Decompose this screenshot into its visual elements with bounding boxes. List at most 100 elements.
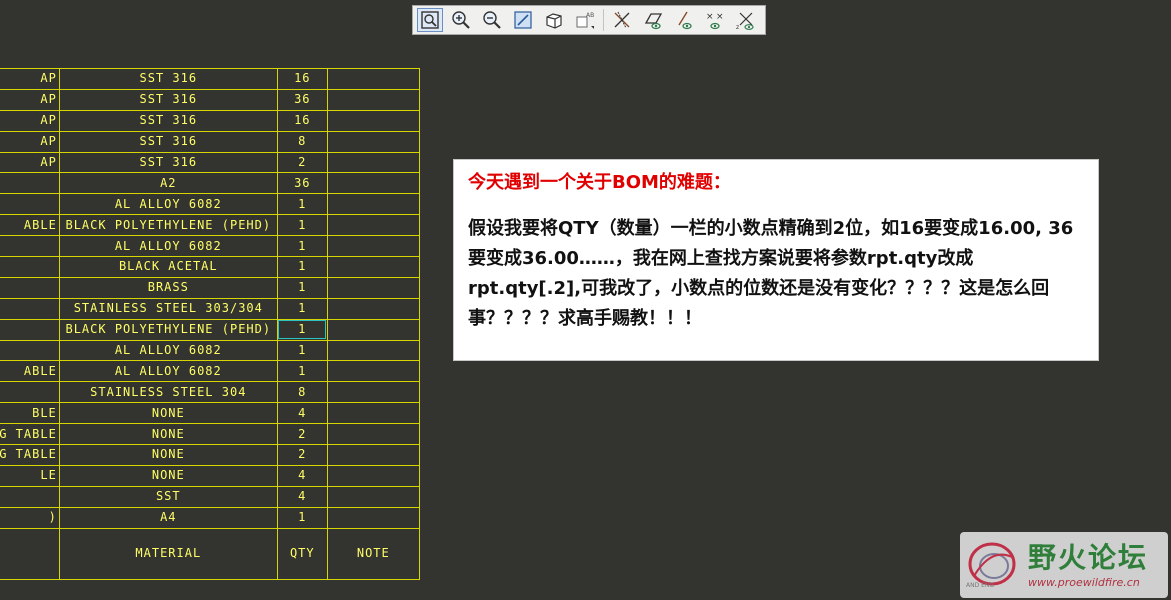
desc-cell[interactable]	[0, 297, 60, 320]
note-cell[interactable]	[326, 151, 420, 174]
qty-cell[interactable]: 1	[276, 318, 328, 341]
material-cell[interactable]: SST 316	[58, 88, 278, 111]
qty-cell[interactable]: 4	[276, 464, 328, 487]
datum-plane-button[interactable]	[640, 8, 666, 32]
note-cell[interactable]	[326, 360, 420, 383]
qty-cell[interactable]: 1	[276, 256, 328, 278]
qty-cell[interactable]: 2	[276, 444, 328, 466]
material-cell[interactable]: SST 316	[58, 130, 278, 153]
header-desc-cell[interactable]	[0, 527, 60, 580]
note-cell[interactable]	[326, 506, 420, 529]
qty-cell[interactable]: 1	[276, 235, 328, 258]
qty-cell[interactable]: 36	[276, 88, 328, 111]
note-cell[interactable]	[326, 402, 420, 425]
material-cell[interactable]: SST	[58, 485, 278, 508]
note-cell[interactable]	[326, 214, 420, 237]
material-cell[interactable]: BRASS	[58, 276, 278, 299]
qty-cell[interactable]: 16	[276, 109, 328, 132]
note-cell[interactable]	[326, 318, 420, 341]
desc-cell[interactable]: AP	[0, 109, 60, 132]
note-cell[interactable]	[326, 235, 420, 258]
qty-cell[interactable]: 8	[276, 130, 328, 153]
qty-cell[interactable]: 1	[276, 339, 328, 362]
desc-cell[interactable]: AP	[0, 130, 60, 153]
note-cell[interactable]	[326, 485, 420, 508]
repaint-button[interactable]	[510, 8, 536, 32]
note-cell[interactable]	[326, 68, 420, 90]
material-cell[interactable]: STAINLESS STEEL 304	[58, 381, 278, 404]
material-cell[interactable]: SST 316	[58, 68, 278, 90]
csys-display-button[interactable]: z	[733, 8, 759, 32]
zoom-fit-button[interactable]	[417, 8, 443, 32]
desc-cell[interactable]: NG TABLE	[0, 423, 60, 446]
desc-cell[interactable]	[0, 485, 60, 508]
material-cell[interactable]: NONE	[58, 402, 278, 425]
qty-cell[interactable]: 1	[276, 506, 328, 529]
datum-axis-display-button[interactable]	[671, 8, 697, 32]
point-display-button[interactable]: × ×	[702, 8, 728, 32]
desc-cell[interactable]	[0, 276, 60, 299]
desc-cell[interactable]	[0, 381, 60, 404]
qty-cell[interactable]: 2	[276, 151, 328, 174]
qty-cell[interactable]: 16	[276, 68, 328, 90]
desc-cell[interactable]: LE	[0, 464, 60, 487]
material-cell[interactable]: NONE	[58, 444, 278, 466]
note-cell[interactable]	[326, 444, 420, 466]
desc-cell[interactable]: BLE	[0, 402, 60, 425]
note-cell[interactable]	[326, 172, 420, 195]
desc-cell[interactable]	[0, 318, 60, 341]
desc-cell[interactable]	[0, 172, 60, 195]
zoom-in-button[interactable]	[448, 8, 474, 32]
desc-cell[interactable]: ABLE	[0, 214, 60, 237]
desc-cell[interactable]: G TABLE	[0, 444, 60, 466]
desc-cell[interactable]	[0, 339, 60, 362]
material-cell[interactable]: AL ALLOY 6082	[58, 360, 278, 383]
zoom-out-button[interactable]	[479, 8, 505, 32]
material-cell[interactable]: BLACK ACETAL	[58, 256, 278, 278]
note-cell[interactable]	[326, 88, 420, 111]
note-cell[interactable]	[326, 130, 420, 153]
qty-cell[interactable]: 1	[276, 297, 328, 320]
header-note-cell[interactable]: NOTE	[326, 527, 420, 580]
desc-cell[interactable]	[0, 256, 60, 278]
header-material-cell[interactable]: MATERIAL	[58, 527, 278, 580]
desc-cell[interactable]: AP	[0, 88, 60, 111]
qty-cell[interactable]: 8	[276, 381, 328, 404]
material-cell[interactable]: BLACK POLYETHYLENE (PEHD)	[58, 318, 278, 341]
qty-cell[interactable]: 1	[276, 214, 328, 237]
annotation-display-button[interactable]: AB	[572, 8, 598, 32]
desc-cell[interactable]	[0, 193, 60, 216]
material-cell[interactable]: AL ALLOY 6082	[58, 235, 278, 258]
note-cell[interactable]	[326, 193, 420, 216]
desc-cell[interactable]	[0, 235, 60, 258]
note-cell[interactable]	[326, 464, 420, 487]
desc-cell[interactable]: AP	[0, 68, 60, 90]
qty-cell[interactable]: 1	[276, 276, 328, 299]
note-cell[interactable]	[326, 381, 420, 404]
qty-cell[interactable]: 1	[276, 193, 328, 216]
desc-cell[interactable]: AP	[0, 151, 60, 174]
qty-cell[interactable]: 1	[276, 360, 328, 383]
qty-cell[interactable]: 36	[276, 172, 328, 195]
qty-cell[interactable]: 4	[276, 402, 328, 425]
note-cell[interactable]	[326, 339, 420, 362]
material-cell[interactable]: AL ALLOY 6082	[58, 339, 278, 362]
material-cell[interactable]: STAINLESS STEEL 303/304	[58, 297, 278, 320]
material-cell[interactable]: A2	[58, 172, 278, 195]
view-orientation-button[interactable]	[541, 8, 567, 32]
qty-cell[interactable]: 2	[276, 423, 328, 446]
material-cell[interactable]: SST 316	[58, 109, 278, 132]
datum-axis-button[interactable]	[609, 8, 635, 32]
material-cell[interactable]: NONE	[58, 464, 278, 487]
material-cell[interactable]: BLACK POLYETHYLENE (PEHD)	[58, 214, 278, 237]
header-qty-cell[interactable]: QTY	[276, 527, 328, 580]
material-cell[interactable]: AL ALLOY 6082	[58, 193, 278, 216]
note-cell[interactable]	[326, 256, 420, 278]
note-cell[interactable]	[326, 276, 420, 299]
material-cell[interactable]: SST 316	[58, 151, 278, 174]
note-cell[interactable]	[326, 109, 420, 132]
desc-cell[interactable]: )	[0, 506, 60, 529]
material-cell[interactable]: A4	[58, 506, 278, 529]
note-cell[interactable]	[326, 297, 420, 320]
note-cell[interactable]	[326, 423, 420, 446]
